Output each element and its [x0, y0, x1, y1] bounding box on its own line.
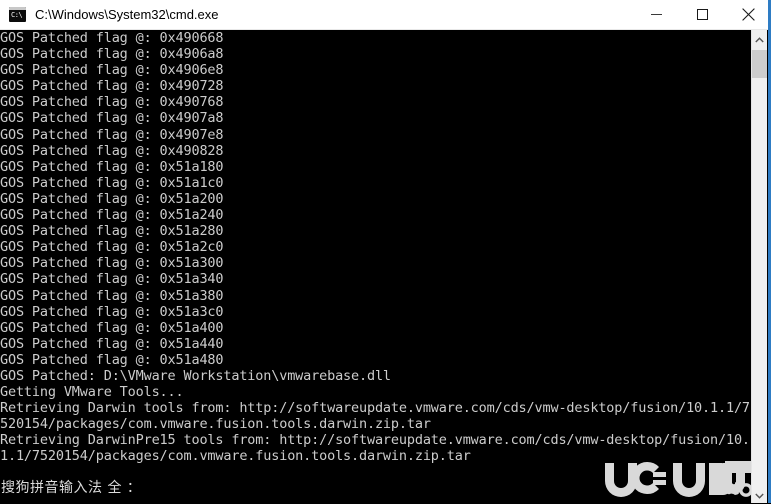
chevron-down-icon [755, 486, 764, 504]
cmd-app-icon: C:\ [9, 7, 26, 22]
close-icon [741, 8, 755, 21]
console-line: Retrieving Darwin tools from: http://sof… [0, 400, 750, 417]
console-line: GOS Patched flag @: 0x4906e8 [0, 62, 224, 79]
scrollbar-down-button[interactable] [752, 486, 767, 503]
console-line: GOS Patched flag @: 0x51a200 [0, 190, 224, 207]
console-text: GOS Patched flag @: 0x490668 GOS Patched … [0, 30, 750, 465]
console-line: GOS Patched flag @: 0x490728 [0, 78, 224, 95]
window-title: C:\Windows\System32\cmd.exe [35, 7, 219, 22]
title-bar[interactable]: C:\ C:\Windows\System32\cmd.exe [0, 0, 771, 30]
console-line: GOS Patched flag @: 0x51a380 [0, 287, 224, 304]
console-line: GOS Patched flag @: 0x490768 [0, 94, 224, 111]
console-line: GOS Patched flag @: 0x4907a8 [0, 110, 224, 127]
close-button[interactable] [725, 0, 771, 29]
console-line: GOS Patched flag @: 0x51a440 [0, 335, 224, 352]
console-line: GOS Patched flag @: 0x4907e8 [0, 126, 224, 143]
vertical-scrollbar[interactable] [751, 30, 767, 503]
minimize-button[interactable] [633, 0, 679, 29]
cmd-window: C:\ C:\Windows\System32\cmd.exe GOS Patc… [0, 0, 771, 503]
console-output-area[interactable]: GOS Patched flag @: 0x490668 GOS Patched … [0, 30, 752, 470]
console-line: 1.1/7520154/packages/com.vmware.fusion.t… [0, 448, 471, 465]
console-line: Retrieving DarwinPre15 tools from: http:… [0, 432, 750, 449]
console-line: GOS Patched: D:\VMware Workstation\vmwar… [0, 367, 391, 384]
console-line: GOS Patched flag @: 0x51a180 [0, 158, 224, 175]
console-line: GOS Patched flag @: 0x51a240 [0, 207, 224, 224]
console-line: GOS Patched flag @: 0x490828 [0, 142, 224, 159]
scrollbar-thumb[interactable] [752, 50, 767, 78]
console-line: GOS Patched flag @: 0x51a400 [0, 319, 224, 336]
console-line: GOS Patched flag @: 0x490668 [0, 30, 224, 46]
chevron-up-icon [755, 30, 764, 48]
console-line: GOS Patched flag @: 0x51a300 [0, 255, 224, 272]
console-line: GOS Patched flag @: 0x51a340 [0, 271, 224, 288]
ime-label: 搜狗拼音输入法 全 ： [1, 479, 142, 496]
console-line: GOS Patched flag @: 0x4906a8 [0, 46, 224, 63]
console-line: 520154/packages/com.vmware.fusion.tools.… [0, 416, 431, 433]
minimize-icon [650, 9, 662, 20]
scrollbar-up-button[interactable] [752, 30, 767, 47]
cmd-icon-titlestrip [9, 7, 26, 10]
cmd-icon-prompt-label: C:\ [11, 11, 23, 19]
console-line: GOS Patched flag @: 0x51a280 [0, 223, 224, 240]
console-line: GOS Patched flag @: 0x51a1c0 [0, 174, 224, 191]
console-line: GOS Patched flag @: 0x51a480 [0, 351, 224, 368]
maximize-icon [696, 9, 708, 20]
console-line: GOS Patched flag @: 0x51a3c0 [0, 303, 224, 320]
ime-status-bar[interactable]: 搜狗拼音输入法 全 ： [0, 470, 752, 503]
console-line: GOS Patched flag @: 0x51a2c0 [0, 239, 224, 256]
maximize-button[interactable] [679, 0, 725, 29]
console-line: Getting VMware Tools... [0, 384, 184, 401]
